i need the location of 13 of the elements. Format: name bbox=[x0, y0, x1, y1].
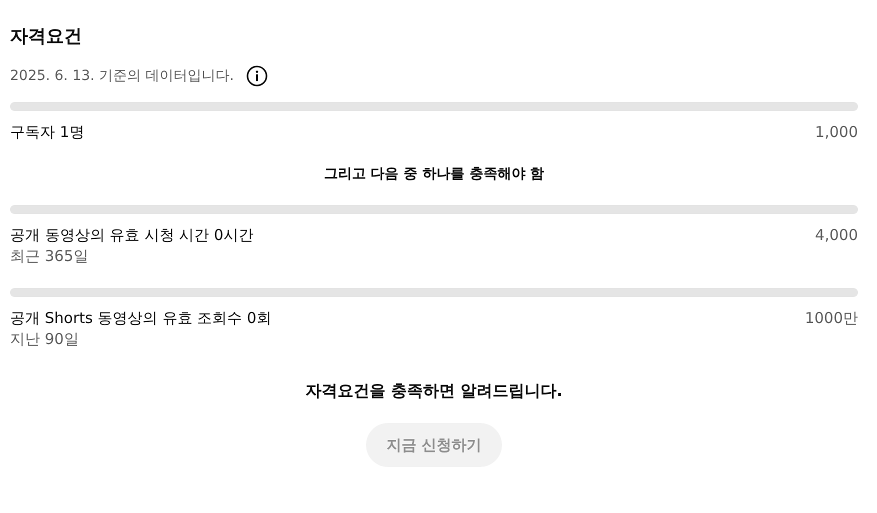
condition-note: 그리고 다음 중 하나를 충족해야 함 bbox=[324, 166, 544, 182]
requirement-period: 지난 90일 bbox=[10, 329, 80, 349]
requirement-label: 구독자 1명 bbox=[10, 122, 84, 143]
requirement-label: 공개 동영상의 유효 시청 시간 0시간 bbox=[10, 225, 254, 246]
info-icon[interactable] bbox=[246, 65, 268, 87]
notice-text: 자격요건을 충족하면 알려드립니다. bbox=[305, 381, 563, 400]
data-date-note: 2025. 6. 13. 기준의 데이터입니다. bbox=[10, 67, 234, 85]
requirement-target: 1000만 bbox=[804, 308, 858, 329]
requirement-period: 최근 365일 bbox=[10, 246, 90, 266]
requirement-label: 공개 Shorts 동영상의 유효 조회수 0회 bbox=[10, 308, 272, 329]
requirement-target: 4,000 bbox=[815, 225, 858, 246]
section-title: 자격요건 bbox=[10, 25, 83, 49]
requirement-target: 1,000 bbox=[815, 122, 858, 143]
